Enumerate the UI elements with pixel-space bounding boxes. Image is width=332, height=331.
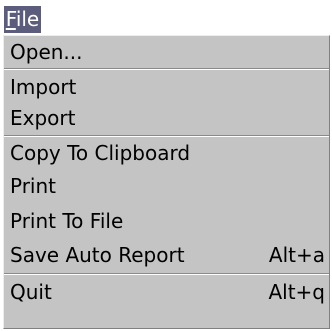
menu-item-quit-label: Quit [10,280,52,304]
menu-item-save-auto-report-label: Save Auto Report [10,243,185,267]
menu-item-save-auto-report-shortcut: Alt+a [268,243,325,267]
menu-item-print[interactable]: Print [4,170,329,202]
menu-item-copy-to-clipboard-label: Copy To Clipboard [10,141,191,165]
menu-item-open[interactable]: Open... [4,36,329,68]
menu-item-open-label: Open... [10,40,83,64]
menu-item-print-to-file[interactable]: Print To File [4,205,329,237]
menu-item-save-auto-report[interactable]: Save Auto Report Alt+a [4,239,329,271]
menu-item-quit-shortcut: Alt+q [268,280,325,304]
file-menu-dropdown: Open... Import Export Copy To Clipboard … [3,35,330,329]
menu-separator [4,68,329,70]
menu-item-import-label: Import [10,75,77,99]
menu-item-export[interactable]: Export [4,102,329,134]
file-menu-mnemonic: F [5,7,16,31]
menu-item-quit[interactable]: Quit Alt+q [4,276,329,308]
menu-item-import[interactable]: Import [4,71,329,103]
menu-item-copy-to-clipboard[interactable]: Copy To Clipboard [4,137,329,169]
menu-item-print-label: Print [10,174,57,198]
menu-separator [4,273,329,275]
menu-item-export-label: Export [10,106,76,130]
file-menu-title[interactable]: File [4,6,41,33]
file-menu-title-text: ile [15,7,40,31]
menu-item-print-to-file-label: Print To File [10,209,124,233]
